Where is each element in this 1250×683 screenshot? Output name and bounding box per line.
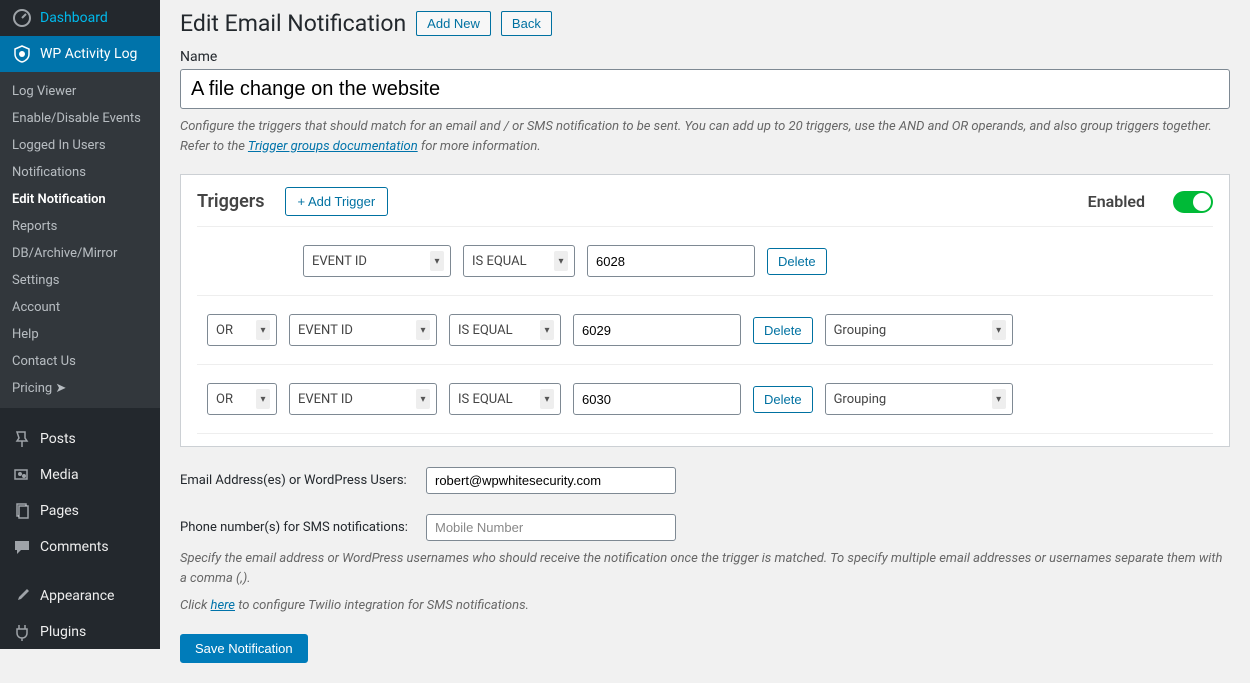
sub-log-viewer[interactable]: Log Viewer xyxy=(0,78,160,105)
sub-pricing[interactable]: Pricing ➤ xyxy=(0,375,160,402)
operator-select[interactable]: OR xyxy=(207,383,277,415)
sidebar-item-label: Dashboard xyxy=(40,10,108,26)
sidebar-item-posts[interactable]: Posts xyxy=(0,421,160,457)
delete-trigger-button[interactable]: Delete xyxy=(753,386,813,413)
sub-notifications[interactable]: Notifications xyxy=(0,159,160,186)
sub-account[interactable]: Account xyxy=(0,294,160,321)
sidebar-item-pages[interactable]: Pages xyxy=(0,493,160,529)
sidebar-item-label: Posts xyxy=(40,431,76,447)
enabled-label: Enabled xyxy=(1088,192,1145,211)
event-id-input[interactable] xyxy=(573,314,741,346)
email-label: Email Address(es) or WordPress Users: xyxy=(180,473,414,488)
email-input[interactable] xyxy=(426,467,676,494)
sub-contact-us[interactable]: Contact Us xyxy=(0,348,160,375)
compare-select[interactable]: IS EQUAL xyxy=(449,383,561,415)
trigger-row: EVENT ID IS EQUAL Delete xyxy=(197,227,1213,296)
sidebar-item-dashboard[interactable]: Dashboard xyxy=(0,0,160,36)
enabled-toggle[interactable] xyxy=(1173,191,1213,213)
brush-icon xyxy=(12,586,32,606)
delete-trigger-button[interactable]: Delete xyxy=(753,317,813,344)
triggers-panel: Triggers + Add Trigger Enabled EVENT ID … xyxy=(180,174,1230,447)
sub-reports[interactable]: Reports xyxy=(0,213,160,240)
sidebar-item-label: Appearance xyxy=(40,588,114,604)
trigger-row: OR EVENT ID IS EQUAL Delete Grouping xyxy=(197,296,1213,365)
trigger-groups-docs-link[interactable]: Trigger groups documentation xyxy=(248,139,418,154)
sidebar-item-appearance[interactable]: Appearance xyxy=(0,578,160,614)
operator-select[interactable]: OR xyxy=(207,314,277,346)
main-content: Edit Email Notification Add New Back Nam… xyxy=(160,0,1250,683)
field-select[interactable]: EVENT ID xyxy=(289,383,437,415)
field-select[interactable]: EVENT ID xyxy=(303,245,451,277)
sidebar-item-comments[interactable]: Comments xyxy=(0,529,160,565)
twilio-config-link[interactable]: here xyxy=(211,598,235,613)
sidebar-item-label: WP Activity Log xyxy=(40,46,137,62)
trigger-row: OR EVENT ID IS EQUAL Delete Grouping xyxy=(197,365,1213,434)
sub-db-archive-mirror[interactable]: DB/Archive/Mirror xyxy=(0,240,160,267)
sub-enable-disable[interactable]: Enable/Disable Events xyxy=(0,105,160,132)
plug-icon xyxy=(12,622,32,642)
phone-input[interactable] xyxy=(426,514,676,541)
admin-sidebar: Dashboard WP Activity Log Log Viewer Ena… xyxy=(0,0,160,649)
sidebar-item-label: Media xyxy=(40,467,79,483)
grouping-select[interactable]: Grouping xyxy=(825,383,1013,415)
sidebar-item-media[interactable]: Media xyxy=(0,457,160,493)
sub-edit-notification[interactable]: Edit Notification xyxy=(0,186,160,213)
compare-select[interactable]: IS EQUAL xyxy=(463,245,575,277)
field-select[interactable]: EVENT ID xyxy=(289,314,437,346)
compare-select[interactable]: IS EQUAL xyxy=(449,314,561,346)
notification-name-input[interactable] xyxy=(180,69,1230,109)
delete-trigger-button[interactable]: Delete xyxy=(767,248,827,275)
config-help-text: Configure the triggers that should match… xyxy=(180,117,1230,156)
save-notification-button[interactable]: Save Notification xyxy=(180,634,308,663)
phone-label: Phone number(s) for SMS notifications: xyxy=(180,520,414,535)
trigger-rows: EVENT ID IS EQUAL Delete OR EVENT ID IS … xyxy=(197,226,1213,434)
add-new-button[interactable]: Add New xyxy=(416,11,491,36)
sidebar-item-wp-activity-log[interactable]: WP Activity Log xyxy=(0,36,160,72)
media-icon xyxy=(12,465,32,485)
name-label: Name xyxy=(180,49,1230,65)
shield-icon xyxy=(12,44,32,64)
event-id-input[interactable] xyxy=(573,383,741,415)
twilio-note: Click here to configure Twilio integrati… xyxy=(180,596,1230,616)
dashboard-icon xyxy=(12,8,32,28)
sidebar-item-plugins[interactable]: Plugins xyxy=(0,614,160,650)
page-title: Edit Email Notification xyxy=(180,10,406,37)
pin-icon xyxy=(12,429,32,449)
event-id-input[interactable] xyxy=(587,245,755,277)
sidebar-item-label: Pages xyxy=(40,503,79,519)
sidebar-submenu: Log Viewer Enable/Disable Events Logged … xyxy=(0,72,160,408)
back-button[interactable]: Back xyxy=(501,11,552,36)
sidebar-item-label: Plugins xyxy=(40,624,86,640)
recipients-note: Specify the email address or WordPress u… xyxy=(180,549,1230,588)
sub-logged-in-users[interactable]: Logged In Users xyxy=(0,132,160,159)
grouping-select[interactable]: Grouping xyxy=(825,314,1013,346)
page-icon xyxy=(12,501,32,521)
sub-help[interactable]: Help xyxy=(0,321,160,348)
triggers-title: Triggers xyxy=(197,191,265,212)
comment-icon xyxy=(12,537,32,557)
sidebar-item-label: Comments xyxy=(40,539,109,555)
add-trigger-button[interactable]: + Add Trigger xyxy=(285,187,389,216)
sub-settings[interactable]: Settings xyxy=(0,267,160,294)
